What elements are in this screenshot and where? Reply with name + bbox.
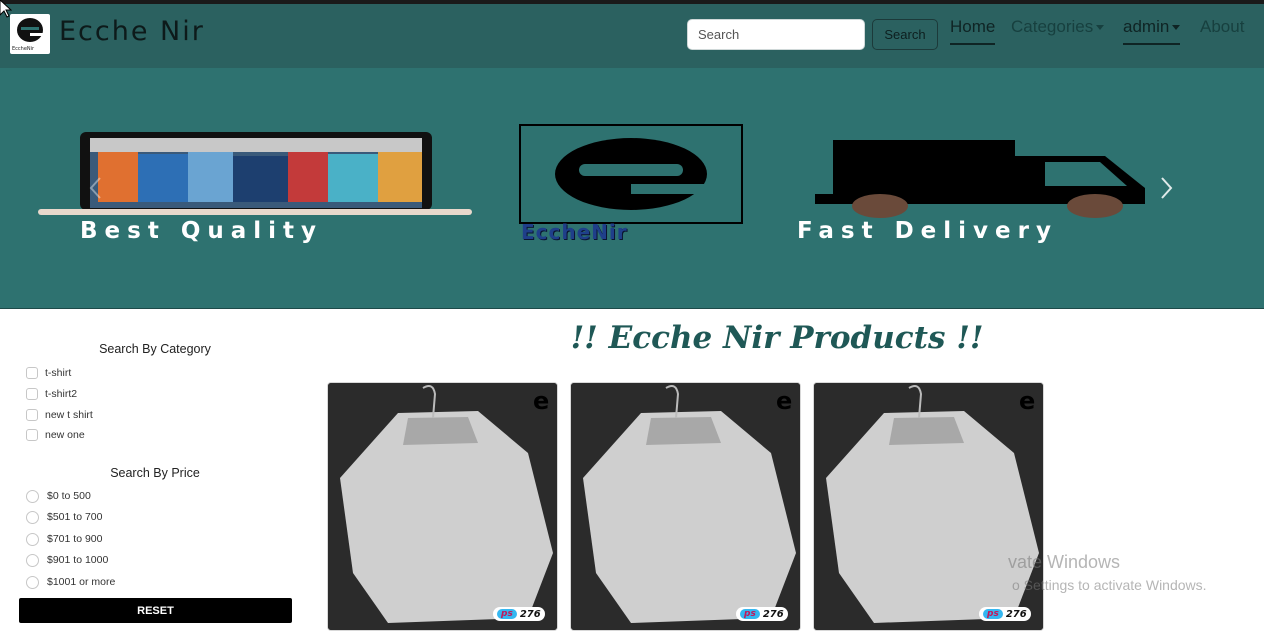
delivery-truck-image (815, 140, 1145, 218)
hero-caption-fast-delivery: Fast Delivery (797, 218, 1058, 244)
category-checkbox-item[interactable]: t-shirt2 (26, 386, 77, 402)
search-button[interactable]: Search (872, 19, 938, 50)
radio-icon[interactable] (26, 575, 39, 589)
price-value: 276 (519, 608, 541, 620)
checkbox-icon[interactable] (26, 429, 38, 441)
price-radio-item[interactable]: $501 to 700 (26, 509, 102, 525)
card-e-logo-icon: e (1019, 387, 1036, 415)
windows-activation-watermark: vate Windows (1008, 552, 1121, 572)
price-badge: ps 276 (493, 607, 545, 621)
checkbox-icon[interactable] (26, 388, 38, 400)
radio-icon[interactable] (26, 510, 39, 524)
product-card[interactable]: e ps 276 (570, 382, 801, 631)
product-card[interactable]: e ps 276 (813, 382, 1044, 631)
nav-admin-dropdown[interactable]: admin (1123, 17, 1181, 45)
checkbox-icon[interactable] (26, 367, 38, 379)
nav-categories-dropdown[interactable]: Categories (1011, 17, 1105, 43)
carousel-next-icon[interactable] (1158, 176, 1174, 200)
nav-categories-label: Categories (1011, 17, 1094, 36)
price-value: 276 (762, 608, 784, 620)
brand-name[interactable]: Ecche Nir (59, 16, 205, 47)
product-shirt-image (328, 383, 557, 630)
price-radio-item[interactable]: $0 to 500 (26, 488, 91, 504)
product-shirt-image (571, 383, 800, 630)
hero-caption-best-quality: Best Quality (80, 218, 324, 244)
chevron-down-icon (1172, 25, 1181, 31)
category-checkbox-item[interactable]: t-shirt (26, 365, 71, 381)
nav-home-link[interactable]: Home (950, 17, 996, 45)
price-radio-item[interactable]: $1001 or more (26, 574, 115, 590)
nav-admin-label: admin (1123, 17, 1170, 36)
category-label: new one (45, 429, 85, 441)
mouse-cursor-icon (0, 0, 12, 18)
category-checkbox-item[interactable]: new t shirt (26, 407, 93, 423)
card-e-logo-icon: e (533, 387, 550, 415)
nav-about-link[interactable]: About (1200, 17, 1244, 43)
reset-button[interactable]: RESET (19, 598, 292, 623)
windows-activation-watermark-subtext: o Settings to activate Windows. (1012, 577, 1207, 593)
price-label: $501 to 700 (47, 511, 103, 523)
chevron-down-icon (1096, 25, 1105, 31)
logo-e-icon (17, 18, 43, 42)
navbar: EccheNir Ecche Nir Search Home Categorie… (0, 4, 1264, 68)
price-label: $0 to 500 (47, 490, 91, 502)
carousel-prev-icon[interactable] (88, 176, 104, 200)
price-radio-item[interactable]: $701 to 900 (26, 531, 102, 547)
currency-label: ps (497, 609, 517, 619)
category-label: t-shirt (45, 367, 72, 379)
hero-caption-brand: EccheNir (521, 220, 628, 244)
hero-carousel: Best Quality EccheNir Fast Delivery (0, 68, 1264, 309)
price-filter-heading: Search By Price (110, 466, 200, 480)
radio-icon[interactable] (26, 489, 39, 503)
price-label: $1001 or more (47, 576, 116, 588)
price-label: $901 to 1000 (47, 554, 109, 566)
currency-label: ps (983, 609, 1003, 619)
currency-label: ps (740, 609, 760, 619)
price-label: $701 to 900 (47, 533, 103, 545)
brand-e-logo-image (519, 124, 743, 224)
category-label: new t shirt (45, 409, 93, 421)
radio-icon[interactable] (26, 532, 39, 546)
category-checkbox-item[interactable]: new one (26, 427, 85, 443)
radio-icon[interactable] (26, 553, 39, 567)
products-title: !! Ecche Nir Products !! (570, 320, 984, 356)
checkbox-icon[interactable] (26, 409, 38, 421)
price-value: 276 (1005, 608, 1027, 620)
price-badge: ps 276 (979, 607, 1031, 621)
price-radio-item[interactable]: $901 to 1000 (26, 552, 108, 568)
product-card[interactable]: e ps 276 (327, 382, 558, 631)
card-e-logo-icon: e (776, 387, 793, 415)
filter-sidebar: Search By Category t-shirt t-shirt2 new … (0, 310, 310, 631)
price-badge: ps 276 (736, 607, 788, 621)
product-shirt-image (814, 383, 1043, 630)
category-label: t-shirt2 (45, 388, 78, 400)
brand-logo[interactable]: EccheNir (10, 14, 50, 54)
search-input[interactable] (687, 19, 865, 50)
laptop-image (38, 132, 472, 215)
category-filter-heading: Search By Category (99, 342, 211, 356)
logo-small-text: EccheNir (12, 46, 35, 52)
